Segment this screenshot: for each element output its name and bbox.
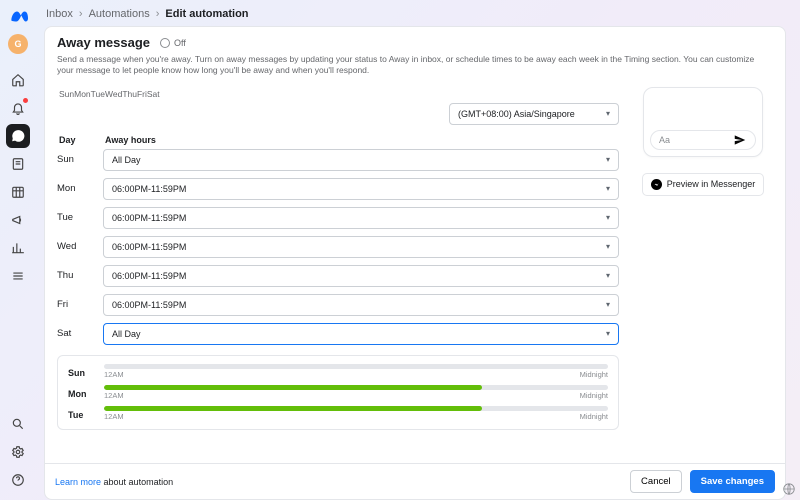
day-strip: SunMonTueWedThuFriSat: [59, 89, 619, 99]
learn-more: Learn more about automation: [55, 477, 173, 487]
crumb-inbox[interactable]: Inbox: [46, 8, 73, 20]
timeline-row: Mon 12AM Midnight: [68, 385, 608, 404]
away-hours-value: 06:00PM-11:59PM: [112, 242, 186, 252]
chevron-down-icon: ▾: [606, 155, 610, 164]
chevron-down-icon: ▾: [606, 109, 610, 118]
day-label: Sat: [57, 328, 103, 339]
globe-icon[interactable]: [782, 482, 796, 496]
message-preview: Aa: [643, 87, 763, 157]
chevron-right-icon: ›: [79, 8, 83, 20]
schedule-row: Mon 06:00PM-11:59PM ▾: [57, 178, 619, 200]
nav-settings[interactable]: [6, 440, 30, 464]
day-label: Sun: [57, 154, 103, 165]
learn-more-link[interactable]: Learn more: [55, 477, 101, 487]
compose-placeholder: Aa: [659, 135, 670, 145]
messenger-icon: [651, 179, 662, 190]
status-off-label: Off: [174, 38, 186, 48]
chevron-down-icon: ▾: [606, 242, 610, 251]
nav-notifications[interactable]: [6, 96, 30, 120]
timeline-day-label: Sun: [68, 368, 96, 378]
day-label: Thu: [57, 270, 103, 281]
notification-dot-icon: [23, 98, 28, 103]
chevron-right-icon: ›: [156, 8, 160, 20]
timeline-start-label: 12AM: [104, 370, 124, 379]
chevron-down-icon: ▾: [606, 213, 610, 222]
send-icon[interactable]: [733, 133, 747, 147]
column-header-day: Day: [59, 135, 105, 145]
nav-home[interactable]: [6, 68, 30, 92]
timeline-bar: [104, 406, 608, 411]
timezone-select[interactable]: (GMT+08:00) Asia/Singapore ▾: [449, 103, 619, 125]
avatar-initial: G: [14, 39, 21, 49]
timeline-row: Tue 12AM Midnight: [68, 406, 608, 425]
day-label: Fri: [57, 299, 103, 310]
app-sidebar: G: [0, 0, 36, 500]
automation-card: Away message Off Send a message when you…: [44, 26, 786, 500]
day-label: Mon: [57, 183, 103, 194]
nav-search[interactable]: [6, 412, 30, 436]
timeline-day-label: Tue: [68, 410, 96, 420]
away-hours-value: 06:00PM-11:59PM: [112, 271, 186, 281]
timezone-value: (GMT+08:00) Asia/Singapore: [458, 109, 575, 119]
breadcrumb: Inbox › Automations › Edit automation: [40, 6, 790, 26]
schedule-row: Thu 06:00PM-11:59PM ▾: [57, 265, 619, 287]
away-hours-value: 06:00PM-11:59PM: [112, 184, 186, 194]
day-label: Tue: [57, 212, 103, 223]
page-title: Away message: [57, 35, 150, 50]
cancel-button[interactable]: Cancel: [630, 470, 682, 493]
chevron-down-icon: ▾: [606, 271, 610, 280]
chevron-down-icon: ▾: [606, 300, 610, 309]
timeline-bar: [104, 385, 608, 390]
away-hours-select[interactable]: 06:00PM-11:59PM ▾: [103, 207, 619, 229]
timeline-end-label: Midnight: [580, 412, 608, 421]
timeline-panel: Sun 12AM Midnight Mon 12AM Midnight Tue 12AM Mid…: [57, 355, 619, 430]
away-hours-value: 06:00PM-11:59PM: [112, 213, 186, 223]
away-hours-select[interactable]: All Day ▾: [103, 323, 619, 345]
schedule-row: Wed 06:00PM-11:59PM ▾: [57, 236, 619, 258]
preview-in-messenger-button[interactable]: Preview in Messenger: [642, 173, 765, 196]
chevron-down-icon: ▾: [606, 184, 610, 193]
compose-input[interactable]: Aa: [650, 130, 756, 150]
timeline-end-label: Midnight: [580, 391, 608, 400]
timeline-start-label: 12AM: [104, 391, 124, 400]
away-hours-select[interactable]: 06:00PM-11:59PM ▾: [103, 265, 619, 287]
away-hours-select[interactable]: All Day ▾: [103, 149, 619, 171]
schedule-row: Sun All Day ▾: [57, 149, 619, 171]
away-hours-value: 06:00PM-11:59PM: [112, 300, 186, 310]
status-off-radio[interactable]: Off: [160, 38, 186, 48]
nav-help[interactable]: [6, 468, 30, 492]
schedule-row: Tue 06:00PM-11:59PM ▾: [57, 207, 619, 229]
save-changes-button[interactable]: Save changes: [690, 470, 775, 493]
nav-ads[interactable]: [6, 208, 30, 232]
nav-inbox[interactable]: [6, 124, 30, 148]
day-label: Wed: [57, 241, 103, 252]
away-hours-select[interactable]: 06:00PM-11:59PM ▾: [103, 178, 619, 200]
timeline-bar: [104, 364, 608, 369]
away-hours-value: All Day: [112, 155, 141, 165]
schedule-row: Fri 06:00PM-11:59PM ▾: [57, 294, 619, 316]
user-avatar[interactable]: G: [8, 34, 28, 54]
away-hours-select[interactable]: 06:00PM-11:59PM ▾: [103, 236, 619, 258]
chevron-down-icon: ▾: [606, 329, 610, 338]
nav-insights[interactable]: [6, 236, 30, 260]
nav-posts[interactable]: [6, 152, 30, 176]
timeline-start-label: 12AM: [104, 412, 124, 421]
crumb-automations[interactable]: Automations: [89, 8, 150, 20]
radio-unchecked-icon: [160, 38, 170, 48]
away-hours-value: All Day: [112, 329, 141, 339]
column-header-hours: Away hours: [105, 135, 156, 145]
timeline-row: Sun 12AM Midnight: [68, 364, 608, 383]
preview-button-label: Preview in Messenger: [667, 179, 756, 189]
away-hours-select[interactable]: 06:00PM-11:59PM ▾: [103, 294, 619, 316]
page-description: Send a message when you're away. Turn on…: [57, 54, 773, 77]
nav-all-tools[interactable]: [6, 264, 30, 288]
crumb-current: Edit automation: [165, 8, 248, 20]
nav-planner[interactable]: [6, 180, 30, 204]
timeline-end-label: Midnight: [580, 370, 608, 379]
meta-logo-icon: [7, 6, 29, 28]
schedule-row: Sat All Day ▾: [57, 323, 619, 345]
timeline-day-label: Mon: [68, 389, 96, 399]
